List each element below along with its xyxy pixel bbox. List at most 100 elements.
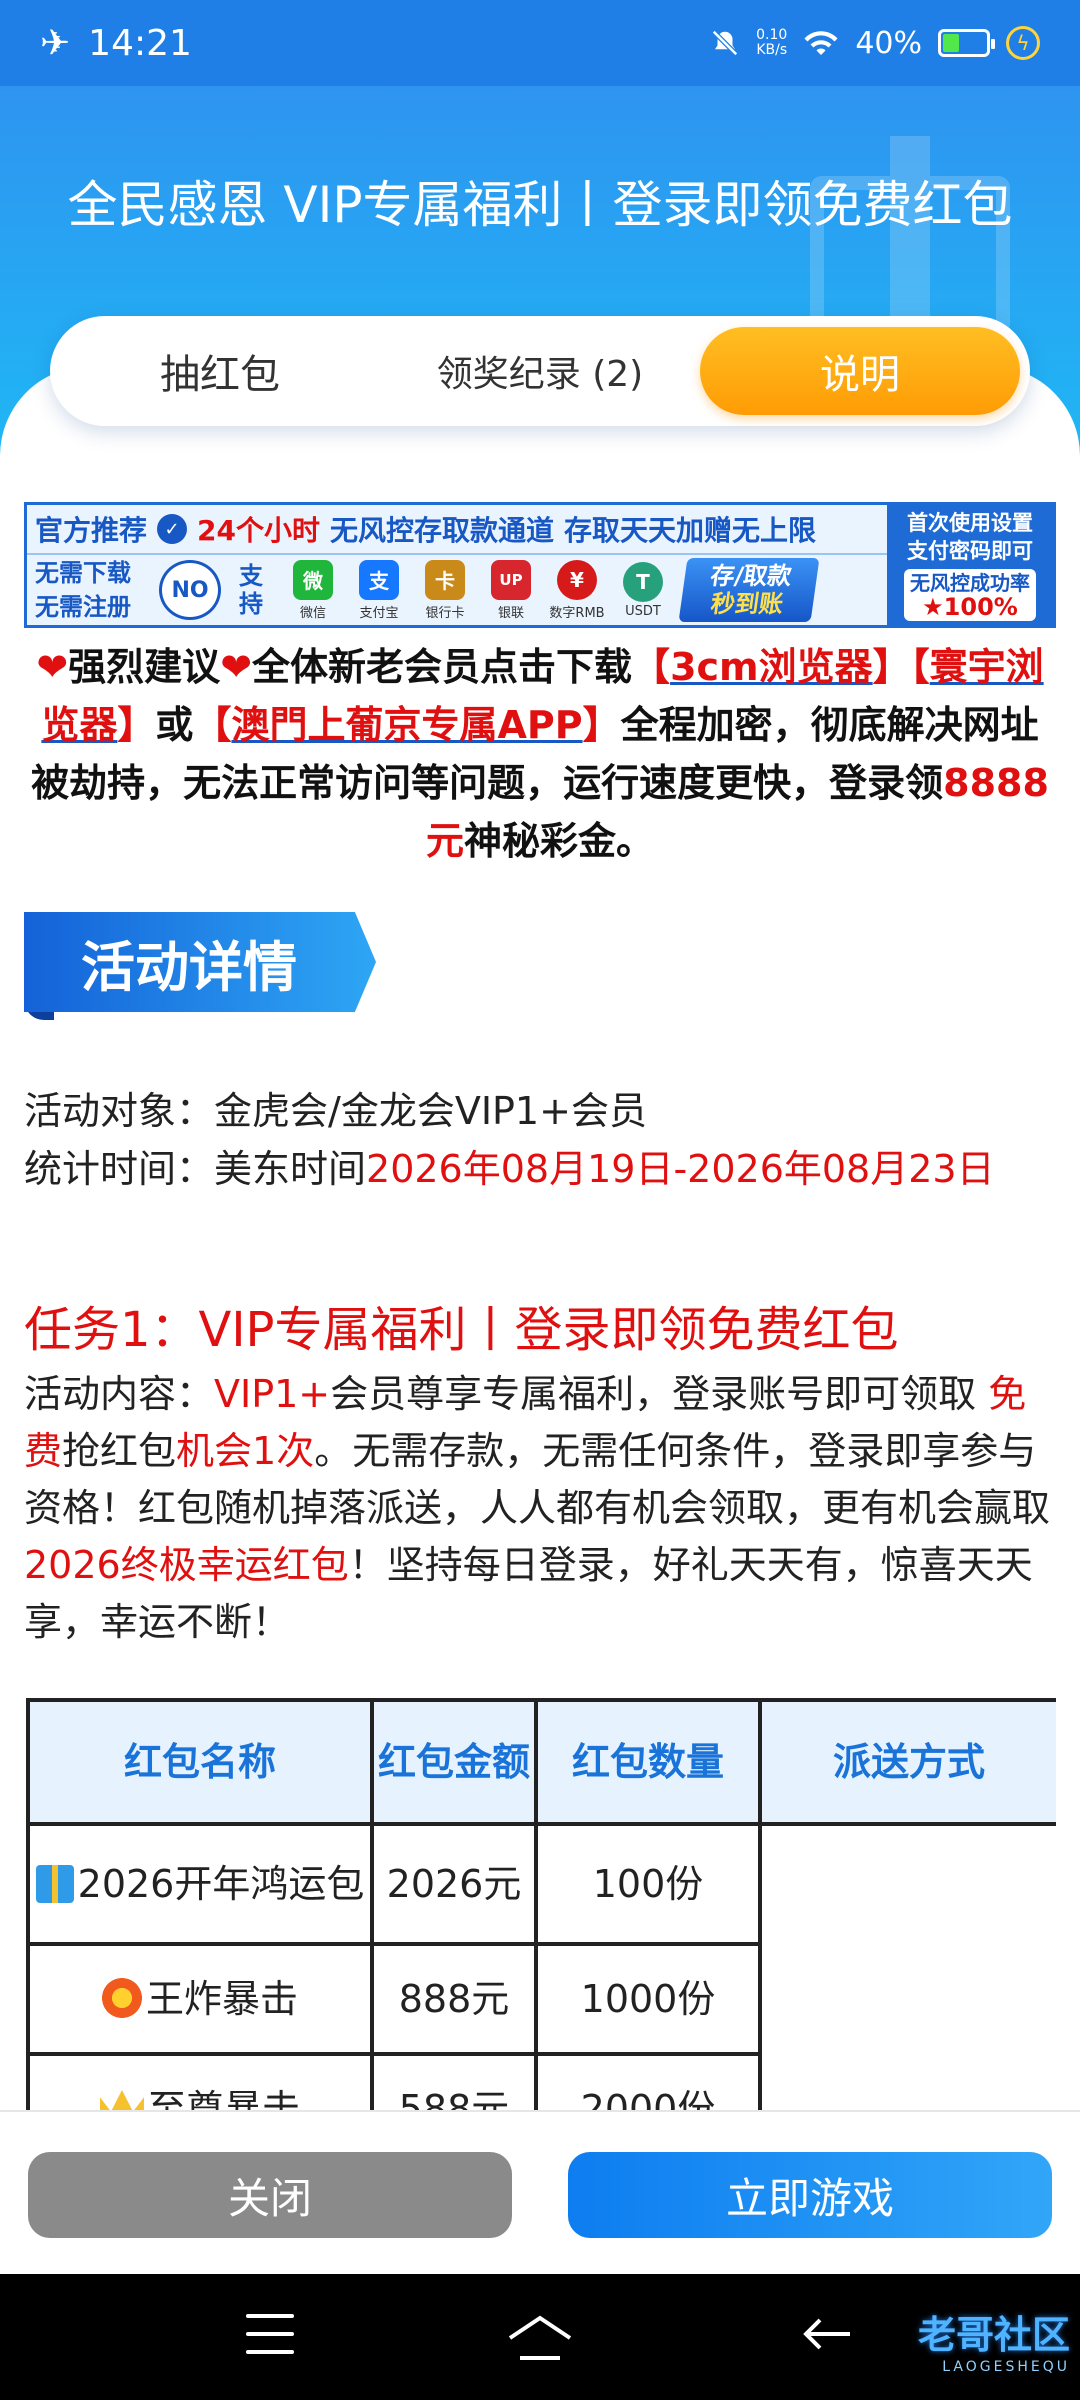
cell-delivery bbox=[758, 1822, 1056, 2110]
battery-icon bbox=[938, 29, 995, 57]
banner-recommend: 官方推荐 bbox=[35, 514, 148, 547]
banner-no-download: 无需下载 bbox=[35, 559, 131, 587]
wifi-icon bbox=[804, 31, 838, 55]
notice-text: 神秘彩金。 bbox=[464, 819, 655, 863]
link-3cm-browser[interactable]: 3cm浏览器 bbox=[670, 645, 873, 689]
cell-count: 1000份 bbox=[534, 1942, 762, 2056]
payment-digital-rmb: ¥ 数字RMB bbox=[545, 559, 609, 621]
task-text: 抢红包 bbox=[62, 1429, 177, 1473]
col-header-delivery: 派送方式 bbox=[758, 1698, 1056, 1826]
task-title: 任务1：VIP专属福利丨登录即领免费红包 bbox=[24, 1302, 899, 1358]
banner-right: 首次使用设置 支付密码即可 无风控成功率 ★100% bbox=[887, 505, 1053, 625]
thumbs-up-icon: ✓ bbox=[157, 514, 188, 544]
banner-no-list: 无需下载 无需注册 bbox=[27, 555, 159, 625]
banner-bonus: 存取天天加赠无上限 bbox=[564, 514, 817, 547]
redpacket-table: 红包名称 红包金额 红包数量 派送方式 2026开年鸿运包 2026元 100份 bbox=[26, 1698, 1056, 2110]
time-range: 2026年08月19日-2026年08月23日 bbox=[366, 1147, 995, 1191]
menu-icon[interactable] bbox=[246, 2314, 294, 2354]
time-prefix: 美东时间 bbox=[214, 1147, 367, 1191]
alipay-icon: 支 bbox=[359, 559, 399, 600]
cell-count: 100份 bbox=[534, 1822, 762, 1946]
task-text: 会员尊享专属福利，登录账号即可领取 bbox=[330, 1372, 989, 1416]
task-vip: VIP1+ bbox=[214, 1372, 331, 1416]
notice-text: 全体新老会员点击下载 bbox=[252, 645, 633, 689]
payment-unionpay: UP 银联 bbox=[479, 559, 543, 621]
task-lucky: 2026终极幸运红包 bbox=[24, 1543, 349, 1587]
link-app-download[interactable]: 澳門上葡京专属APP bbox=[231, 703, 582, 747]
status-time: 14:21 bbox=[88, 22, 192, 64]
payment-alipay: 支 支付宝 bbox=[347, 559, 411, 621]
watermark-main: 老哥社区 bbox=[917, 2312, 1070, 2357]
heart-icon: ❤ bbox=[36, 645, 69, 689]
payment-label: 支付宝 bbox=[359, 605, 399, 621]
payment-label: 数字RMB bbox=[549, 605, 605, 621]
download-notice: ❤强烈建议❤全体新老会员点击下载【3cm浏览器】【寰宇浏览器】或【澳門上葡京专属… bbox=[31, 645, 1049, 863]
time-label: 统计时间： bbox=[24, 1147, 215, 1191]
banner-right-line1: 首次使用设置 bbox=[907, 511, 1033, 535]
col-header-name: 红包名称 bbox=[26, 1698, 374, 1826]
task-description: 活动内容：VIP1+会员尊享专属福利，登录账号即可领取 免费抢红包机会1次。无需… bbox=[24, 1366, 1054, 1651]
mute-bell-icon bbox=[712, 29, 739, 57]
row-name: 2026开年鸿运包 bbox=[77, 1862, 365, 1906]
payment-label: USDT bbox=[625, 603, 661, 619]
status-bar: ✈ 14:21 0.10 KB/s 40% ϟ bbox=[0, 0, 1080, 86]
payment-label: 银联 bbox=[497, 605, 524, 621]
boom-icon bbox=[101, 1978, 142, 2018]
speed-value: 0.10 bbox=[756, 27, 788, 43]
banner-support: 支持 bbox=[239, 562, 263, 618]
payment-bankcard: 卡 银行卡 bbox=[413, 559, 477, 621]
payment-label: 微信 bbox=[299, 605, 326, 621]
fast-line2: 秒到账 bbox=[709, 590, 785, 618]
tab-award-records[interactable]: 领奖纪录 (2) bbox=[380, 327, 700, 415]
banner-right-line2: 支付密码即可 bbox=[907, 539, 1033, 563]
cell-name: 至尊暴击 bbox=[26, 2052, 374, 2110]
status-right: 0.10 KB/s 40% ϟ bbox=[710, 26, 1040, 61]
content-area: 官方推荐 ✓ 24个小时 无风控存取款通道 存取天天加赠无上限 无需下载 无需注… bbox=[0, 470, 1080, 2110]
payment-label: 银行卡 bbox=[425, 605, 465, 621]
cell-count: 2000份 bbox=[534, 2052, 762, 2110]
unionpay-icon: UP bbox=[491, 559, 531, 600]
airplane-icon: ✈ bbox=[40, 22, 71, 64]
notice-text: 或 bbox=[155, 703, 194, 747]
task-label: 活动内容： bbox=[24, 1372, 215, 1416]
speed-unit: KB/s bbox=[756, 42, 788, 58]
cell-name: 王炸暴击 bbox=[26, 1942, 374, 2056]
cell-amount: 888元 bbox=[370, 1942, 538, 2056]
banner-channel: 无风控存取款通道 bbox=[329, 514, 554, 547]
digital-rmb-icon: ¥ bbox=[557, 559, 597, 600]
star-icon: ★ bbox=[922, 593, 944, 621]
banner-headline: 官方推荐 ✓ 24个小时 无风控存取款通道 存取天天加赠无上限 bbox=[27, 505, 887, 555]
close-button[interactable]: 关闭 bbox=[28, 2152, 512, 2238]
target-value: 金虎会/金龙会VIP1+会员 bbox=[214, 1089, 647, 1133]
task-chance: 机会1次 bbox=[176, 1429, 315, 1473]
banner-rate-label: 无风控成功率 bbox=[910, 571, 1030, 595]
play-now-button[interactable]: 立即游戏 bbox=[568, 2152, 1052, 2238]
target-label: 活动对象： bbox=[24, 1089, 215, 1133]
banner-payments-row: 无需下载 无需注册 NO 支持 微 微信 支 支付宝 卡 银行卡 UP 银联 ¥… bbox=[27, 555, 887, 625]
tab-instructions[interactable]: 说明 bbox=[700, 327, 1020, 415]
promo-banner[interactable]: 官方推荐 ✓ 24个小时 无风控存取款通道 存取天天加赠无上限 无需下载 无需注… bbox=[24, 502, 1056, 628]
table-row: 2026开年鸿运包 2026元 100份 bbox=[26, 1822, 1056, 2110]
tab-draw-redpacket[interactable]: 抽红包 bbox=[60, 327, 380, 415]
bottom-action-bar: 关闭 立即游戏 bbox=[0, 2110, 1080, 2274]
col-header-count: 红包数量 bbox=[534, 1698, 762, 1826]
home-icon[interactable] bbox=[506, 2314, 574, 2362]
cell-name: 2026开年鸿运包 bbox=[26, 1822, 374, 1946]
wechat-icon: 微 bbox=[293, 559, 333, 600]
tab-bar: 抽红包 领奖纪录 (2) 说明 bbox=[50, 316, 1030, 426]
banner-rate-box: 无风控成功率 ★100% bbox=[904, 569, 1036, 621]
banner-no-register: 无需注册 bbox=[35, 593, 131, 621]
section-title: 活动详情 bbox=[81, 935, 297, 999]
fast-line1: 存/取款 bbox=[708, 562, 794, 590]
cell-amount: 588元 bbox=[370, 2052, 538, 2110]
crown-icon bbox=[99, 2090, 144, 2110]
row-name: 至尊暴击 bbox=[147, 2087, 300, 2110]
heart-icon: ❤ bbox=[220, 645, 253, 689]
charging-icon: ϟ bbox=[1006, 26, 1040, 60]
watermark-logo: 老哥社区 LAOGESHEQU bbox=[830, 2296, 1070, 2382]
activity-target-line: 活动对象：金虎会/金龙会VIP1+会员 bbox=[24, 1082, 1064, 1140]
bank-card-icon: 卡 bbox=[425, 559, 465, 600]
page-title: 全民感恩 VIP专属福利丨登录即领免费红包 bbox=[67, 176, 1013, 234]
banner-rate-value: 100% bbox=[943, 593, 1018, 621]
no-badge-icon: NO bbox=[159, 560, 221, 620]
